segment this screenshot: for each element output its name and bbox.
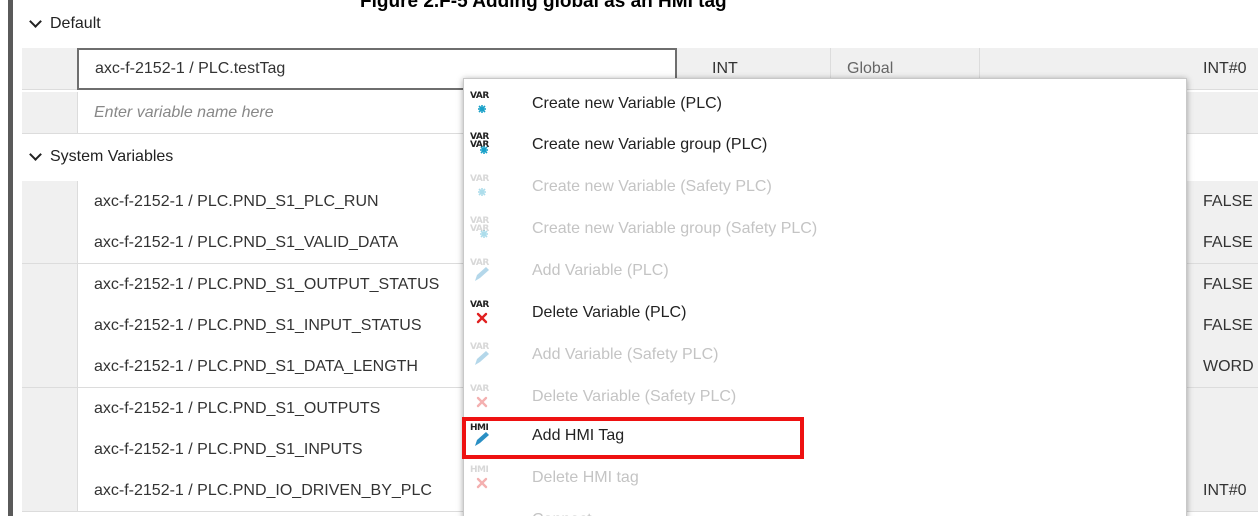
variable-value-cell: WORD [1203,358,1254,375]
figure-title: Figure 2.F-5 Adding global as an HMI tag [360,0,727,12]
variable-value-cell: FALSE [1203,234,1253,251]
var-add-icon: VAR [470,343,494,367]
chevron-down-icon [30,151,42,163]
context-menu-item[interactable]: Connect [464,503,1188,516]
highlight-box [462,417,804,459]
context-menu-item[interactable]: VAR Add Variable (PLC) [464,254,1188,288]
context-menu-item-label: Delete Variable (PLC) [532,304,687,321]
group-label: Default [50,15,101,32]
variable-value-cell: INT#0 [1203,60,1247,77]
context-menu-item-label: Delete HMI tag [532,469,639,486]
context-menu-item[interactable]: VAR VAR Create new Variable group (Safety … [464,212,1188,246]
variable-value-cell: FALSE [1203,193,1253,210]
var-create-icon: VAR [470,175,494,199]
context-menu-item-label: Create new Variable (Safety PLC) [532,178,772,195]
variable-value-cell: FALSE [1203,276,1253,293]
context-menu-item-label: Add Variable (Safety PLC) [532,346,719,363]
context-menu-item-label: Delete Variable (Safety PLC) [532,388,737,405]
var-group-create-icon: VAR VAR [470,217,494,241]
group-header-system-variables[interactable]: System Variables [30,142,173,172]
var-delete-icon: VAR [470,385,494,409]
var-delete-icon: VAR [470,301,494,325]
context-menu-item-label: Connect [532,511,592,516]
hmi-delete-icon: HMI [470,466,494,490]
context-menu-item[interactable]: VAR Create new Variable (Safety PLC) [464,170,1188,204]
context-menu-item[interactable]: HMI Delete HMI tag [464,461,1188,495]
connect-icon [470,508,494,516]
group-label: System Variables [50,148,174,165]
variable-value-cell: FALSE [1203,317,1253,334]
group-header-default[interactable]: Default [30,9,101,39]
var-group-create-icon: VAR VAR [470,133,494,157]
context-menu-item-label: Create new Variable (PLC) [532,95,723,112]
context-menu-item-label: Create new Variable group (Safety PLC) [532,220,818,237]
context-menu-item-label: Add Variable (PLC) [532,262,669,279]
var-create-icon: VAR [470,92,494,116]
variable-value-cell: INT#0 [1203,482,1247,499]
context-menu-item[interactable]: VAR Add Variable (Safety PLC) [464,338,1188,372]
context-menu-item[interactable]: VAR Delete Variable (PLC) [464,296,1188,330]
left-border-bar [8,0,13,516]
context-menu-item[interactable]: VAR Create new Variable (PLC) [464,87,1188,121]
chevron-down-icon [30,18,42,30]
context-menu-item[interactable]: VAR VAR Create new Variable group (PLC) [464,128,1188,162]
context-menu-item[interactable]: VAR Delete Variable (Safety PLC) [464,380,1188,414]
context-menu-item-label: Create new Variable group (PLC) [532,136,768,153]
var-add-icon: VAR [470,259,494,283]
